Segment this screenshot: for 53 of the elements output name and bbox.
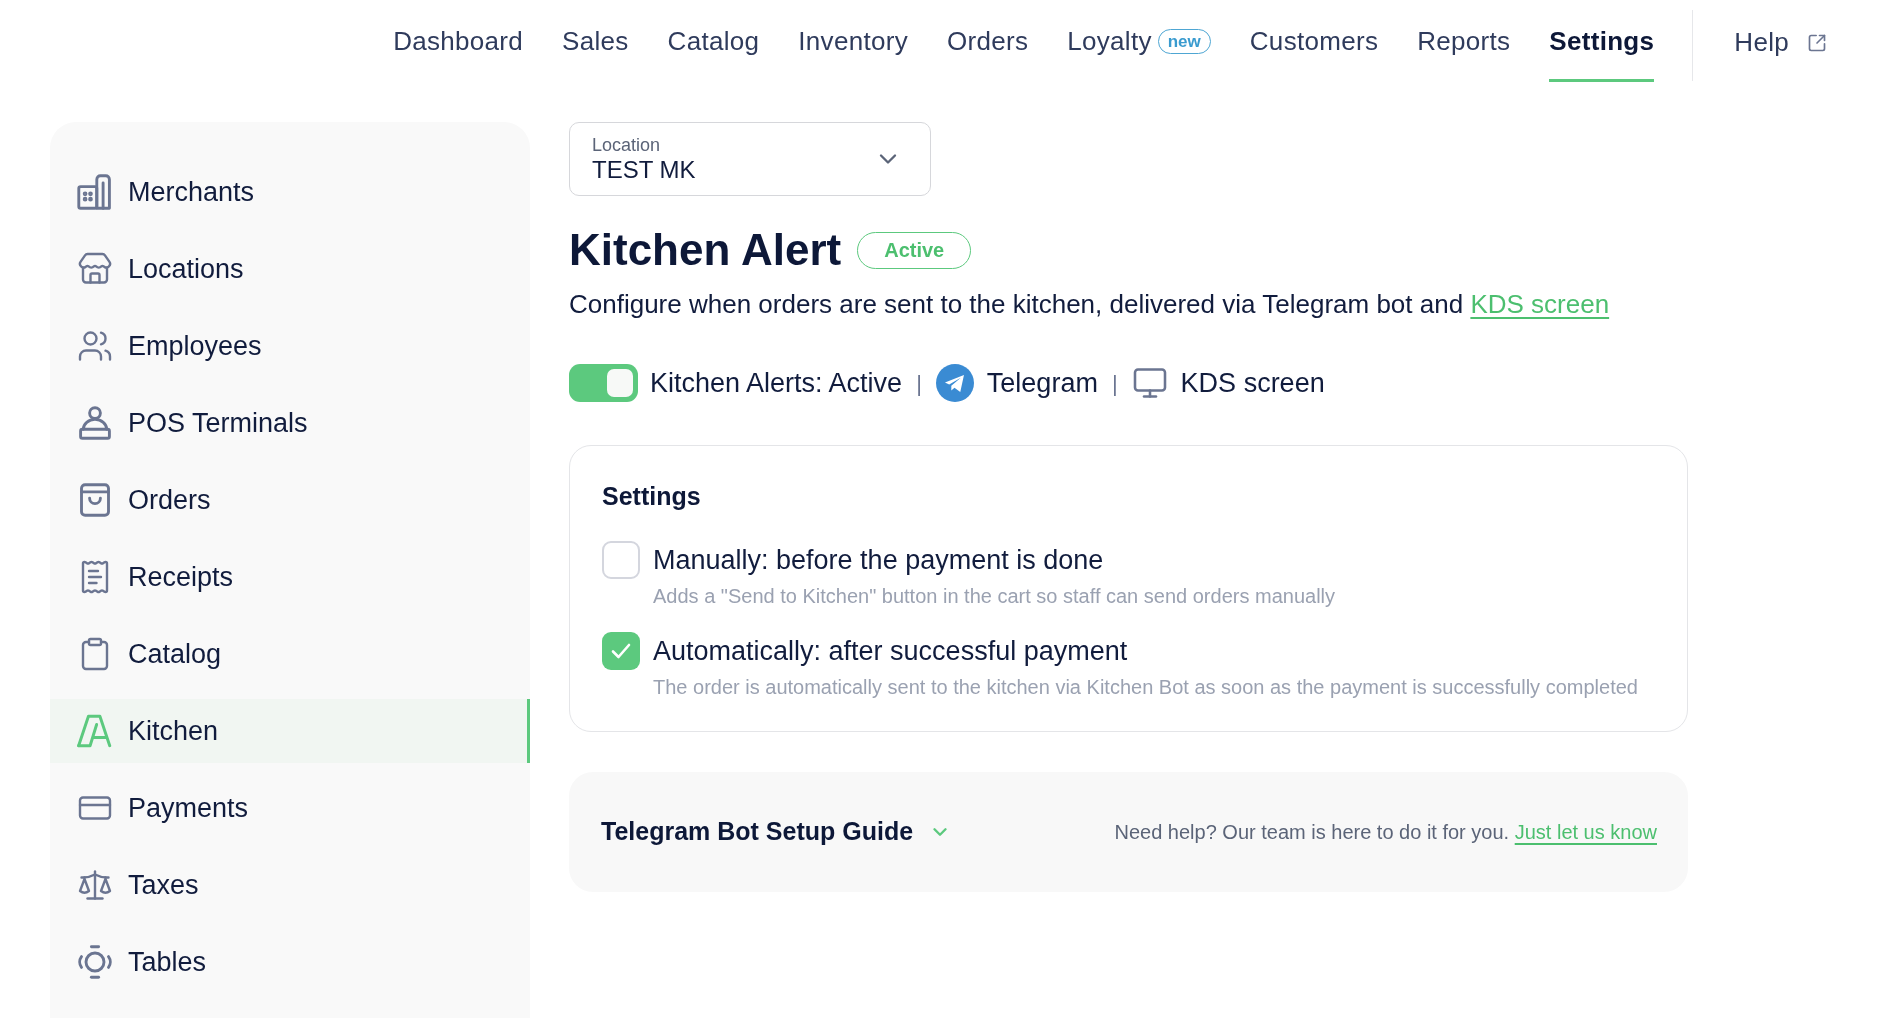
round-table-icon xyxy=(77,944,113,980)
guide-toggle[interactable]: Telegram Bot Setup Guide xyxy=(601,812,952,851)
people-icon xyxy=(77,328,113,364)
bag-icon xyxy=(77,482,113,518)
sidebar-item[interactable]: Orders xyxy=(50,468,530,532)
checkbox[interactable] xyxy=(602,540,640,579)
option-label: Manually: before the payment is done xyxy=(653,543,1105,577)
nav-tab[interactable]: Sales xyxy=(562,0,629,82)
sidebar-item[interactable]: Catalog xyxy=(50,622,530,686)
sidebar-item[interactable]: Taxes xyxy=(50,853,530,917)
toggle-switch[interactable] xyxy=(569,364,638,403)
checkbox[interactable] xyxy=(602,631,640,670)
a-frame-icon xyxy=(77,713,113,749)
page-title: Kitchen Alert xyxy=(569,224,842,276)
person-counter-icon xyxy=(77,405,113,441)
sidebar-item[interactable]: Locations xyxy=(50,237,530,301)
channel-label: KDS screen xyxy=(1180,367,1325,400)
external-link-icon xyxy=(1807,32,1827,53)
building-icon xyxy=(77,174,113,210)
sidebar-item[interactable]: Receipts xyxy=(50,545,530,609)
help-text: Need help? Our team is here to do it for you. Just let us know xyxy=(1114,819,1657,845)
option-description: The order is automatically sent to the kitchen via Kitchen Bot as soon as the payment is successfully completed xyxy=(653,674,1638,699)
select-value: TEST MK xyxy=(592,156,696,184)
sidebar-item[interactable]: Kitchen xyxy=(50,699,530,763)
toggle-knob xyxy=(607,369,633,398)
nav-tab[interactable]: Dashboard xyxy=(393,0,524,82)
select-label: Location xyxy=(592,134,662,156)
sidebar-item[interactable]: Merchants xyxy=(50,160,530,224)
nav-tab[interactable]: Reports xyxy=(1417,0,1511,82)
separator: | xyxy=(916,369,922,398)
nav-tab[interactable]: Inventory xyxy=(798,0,908,82)
scale-icon xyxy=(77,867,113,903)
nav-tab[interactable]: Catalog xyxy=(667,0,760,82)
nav-tab[interactable]: Loyalty new xyxy=(1067,0,1211,82)
sidebar-item[interactable]: Employees xyxy=(50,314,530,378)
toggle-label: Kitchen Alerts: Active xyxy=(650,367,903,400)
help-link[interactable]: Help xyxy=(1734,0,1827,82)
nav-tab[interactable]: Orders xyxy=(947,0,1029,82)
nav-tab[interactable]: Settings xyxy=(1549,0,1655,82)
check-icon xyxy=(611,642,631,659)
option-label: Automatically: after successful payment xyxy=(653,634,1129,668)
location-select[interactable]: Location TEST MK xyxy=(569,122,931,196)
card-title: Settings xyxy=(602,481,702,510)
sidebar-item[interactable]: POS Terminals xyxy=(50,391,530,455)
channel-label: Telegram xyxy=(986,367,1098,400)
separator: | xyxy=(1111,369,1118,398)
nav-tab[interactable]: Customers xyxy=(1249,0,1379,82)
page-description: Configure when orders are sent to the kitchen, delivered via Telegram bot and KDS screen xyxy=(569,289,1611,319)
option-description: Adds a "Send to Kitchen" button in the cart so staff can send orders manually xyxy=(653,583,1335,608)
sidebar-item[interactable]: Tables xyxy=(50,930,530,994)
sidebar-item[interactable]: Payments xyxy=(50,776,530,840)
store-icon xyxy=(77,251,113,287)
paper-plane-icon xyxy=(935,364,974,403)
